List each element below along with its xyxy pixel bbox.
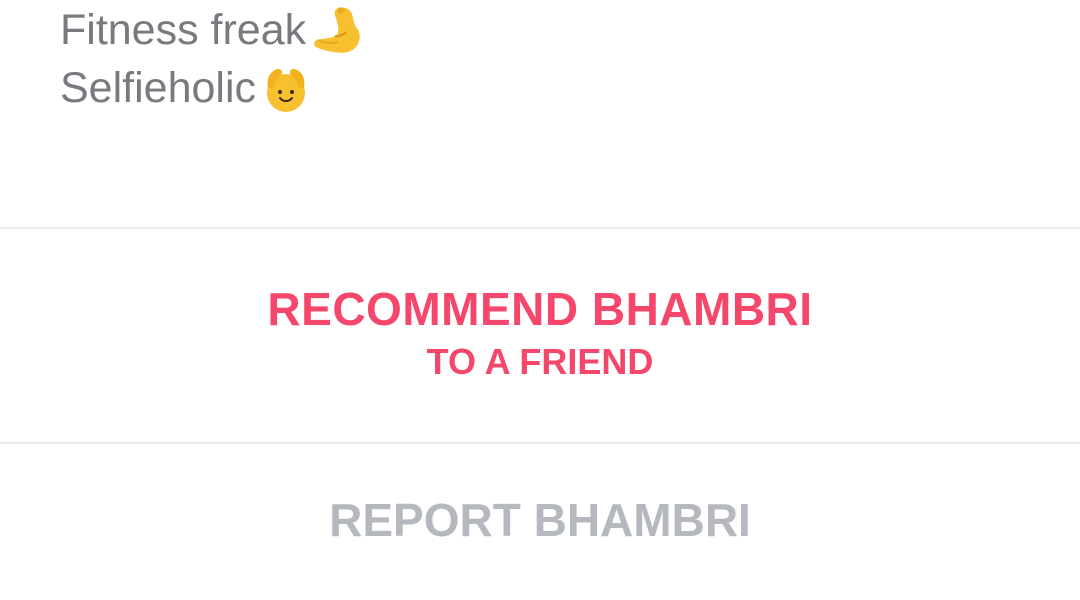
profile-bio: Fitness freak Selfieholic bbox=[60, 0, 1020, 120]
flexed-biceps-icon bbox=[308, 2, 364, 58]
recommend-button[interactable]: RECOMMEND BHAMBRI TO A FRIEND bbox=[0, 229, 1080, 442]
bio-line: Selfieholic bbox=[60, 60, 314, 116]
bio-line: Fitness freak bbox=[60, 2, 364, 58]
recommend-subtitle: TO A FRIEND bbox=[426, 340, 654, 382]
report-button[interactable]: REPORT BHAMBRI bbox=[0, 444, 1080, 600]
bio-line-text: Selfieholic bbox=[60, 64, 256, 112]
report-label: REPORT BHAMBRI bbox=[329, 494, 751, 546]
hands-over-head-smiley-icon bbox=[258, 60, 314, 116]
recommend-title: RECOMMEND BHAMBRI bbox=[267, 282, 813, 335]
bio-line-text: Fitness freak bbox=[60, 6, 307, 54]
